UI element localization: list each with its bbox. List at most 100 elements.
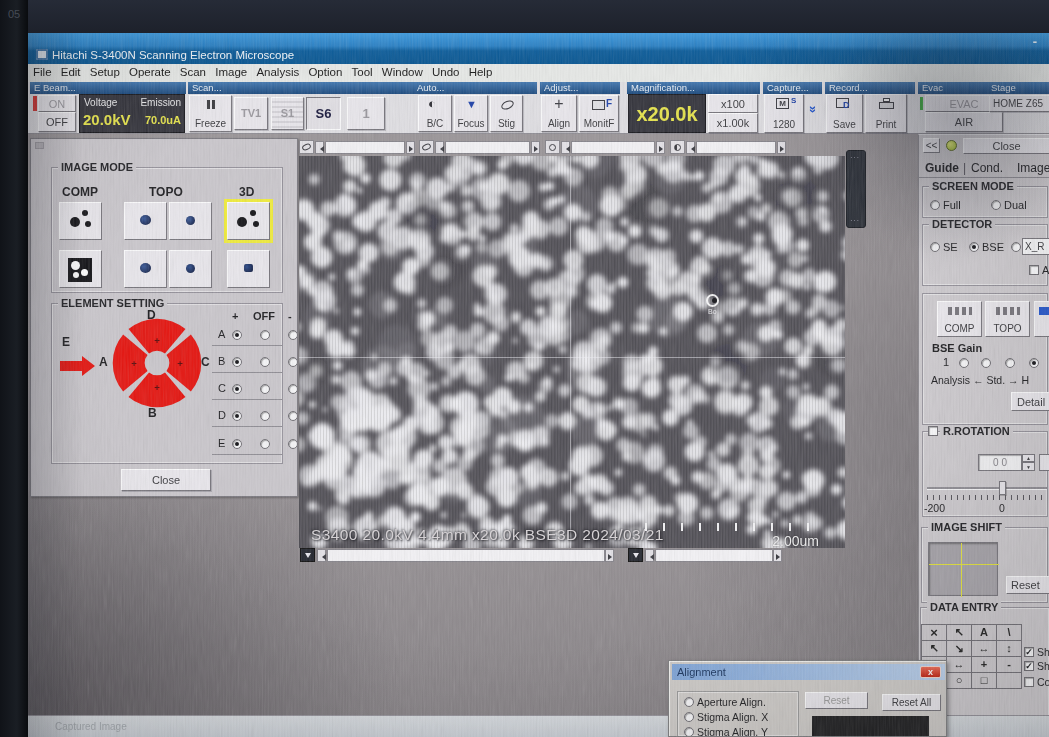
mode-topo-3-button[interactable] [124, 250, 167, 288]
tool-arrow-v-icon[interactable]: ↕ [997, 641, 1022, 657]
menu-item-operate[interactable]: Operate [129, 64, 171, 78]
show1-checkbox[interactable]: ✓ [1024, 647, 1034, 657]
slider-icon-1[interactable] [299, 140, 314, 154]
menu-item-file[interactable]: File [33, 64, 52, 78]
slider2-right-arrow[interactable] [531, 141, 540, 154]
menu-item-tool[interactable]: Tool [352, 64, 373, 78]
mode-topo-2-button[interactable] [169, 202, 212, 240]
menu-item-setup[interactable]: Setup [90, 64, 120, 78]
stage-home-button[interactable]: HOME Z65 [989, 95, 1049, 112]
auto-focus-button[interactable]: ▼ Focus [454, 95, 488, 132]
tab-cond[interactable]: Cond. [971, 161, 1003, 175]
bottom-slider2-track[interactable] [655, 549, 773, 562]
adjust-align-button[interactable]: + Align [541, 95, 577, 132]
slider1-right-arrow[interactable] [406, 141, 415, 154]
capture-button[interactable]: M S 1280 [764, 94, 804, 133]
pin-icon[interactable] [946, 140, 957, 151]
mode-3d-1-button[interactable] [227, 202, 270, 240]
scan-tv1-button[interactable]: TV1 [234, 97, 268, 130]
mag-x1k-button[interactable]: x1.00k [708, 113, 758, 133]
element-b-minus-radio[interactable] [288, 357, 298, 367]
element-c-off-radio[interactable] [260, 384, 270, 394]
rotation-value-field[interactable]: 0 0 [978, 454, 1022, 471]
tool-minus-icon[interactable]: - [997, 657, 1022, 673]
mode-topo-4-button[interactable] [169, 250, 212, 288]
slider4-right-arrow[interactable] [777, 141, 786, 154]
beam-on-button[interactable]: ON [38, 95, 76, 112]
slider3-left-arrow[interactable] [561, 141, 570, 154]
image-shift-pad[interactable] [928, 542, 998, 596]
bse-comp-button[interactable]: COMP [937, 301, 982, 337]
tab-guide[interactable]: Guide [925, 161, 959, 175]
menu-item-help[interactable]: Help [469, 64, 493, 78]
bottom-slider-icon-2[interactable] [628, 548, 643, 562]
screen-mode-dual-radio[interactable] [991, 200, 1001, 210]
freeze-button[interactable]: Freeze [189, 95, 232, 132]
menu-item-image[interactable]: Image [215, 64, 247, 78]
tool-empty-cell[interactable] [997, 673, 1022, 689]
menu-item-window[interactable]: Window [382, 64, 423, 78]
element-a-minus-radio[interactable] [288, 330, 298, 340]
adjust-monitf-button[interactable]: F MonitF [579, 95, 619, 132]
mag-x100-button[interactable]: x100 [708, 94, 758, 113]
mode-comp-2-button[interactable] [59, 250, 102, 288]
show2-checkbox[interactable]: ✓ [1024, 661, 1034, 671]
color-checkbox[interactable] [1024, 677, 1034, 687]
bottom-slider-icon-1[interactable] [300, 548, 315, 562]
slider2-left-arrow[interactable] [435, 141, 444, 154]
image-mode-close-button[interactable]: Close [121, 469, 211, 491]
panel-collapse-button[interactable]: << [923, 138, 940, 153]
bottom-slider2-left-arrow[interactable] [645, 549, 654, 562]
element-c-minus-radio[interactable] [288, 384, 298, 394]
capture-chevron-icon[interactable]: « [804, 106, 819, 113]
bse-gain-radio-2[interactable] [981, 358, 991, 368]
element-a-plus-radio[interactable] [232, 330, 242, 340]
element-b-plus-radio[interactable] [232, 357, 242, 367]
save-button[interactable]: D Save [826, 94, 863, 133]
scan-s6-button[interactable]: S6 [306, 97, 341, 130]
element-d-minus-radio[interactable] [288, 411, 298, 421]
slider2-track[interactable] [445, 141, 530, 154]
slider-icon-4[interactable] [670, 140, 685, 154]
tool-ellipse-icon[interactable]: ○ [947, 673, 972, 689]
rotation-spinner[interactable]: ▲ ▼ [1022, 454, 1035, 471]
tool-arrow-se-icon[interactable]: ↘ [947, 641, 972, 657]
bse-shadow-button[interactable] [1034, 301, 1049, 337]
spin-down-icon[interactable]: ▼ [1022, 462, 1035, 471]
tool-measure-h-icon[interactable]: ↔ [947, 657, 972, 673]
auto-bc-button[interactable]: ◐ B/C [418, 95, 452, 132]
stigma-align-x-radio[interactable] [684, 712, 694, 722]
bottom-slider1-track[interactable] [327, 549, 605, 562]
element-e-off-radio[interactable] [260, 439, 270, 449]
menu-item-edit[interactable]: Edit [61, 64, 81, 78]
scan-s1-button[interactable]: S1 [271, 97, 304, 130]
detector-xr-select[interactable]: X_R [1022, 238, 1049, 255]
bottom-slider1-left-arrow[interactable] [317, 549, 326, 562]
minimize-button[interactable]: - [1033, 34, 1037, 49]
detector-xr-radio[interactable] [1011, 242, 1021, 252]
spin-up-icon[interactable]: ▲ [1022, 454, 1035, 462]
mode-3d-2-button[interactable] [227, 250, 270, 288]
tab-image[interactable]: Image [1017, 161, 1049, 175]
element-d-off-radio[interactable] [260, 411, 270, 421]
element-c-plus-radio[interactable] [232, 384, 242, 394]
tool-rect-icon[interactable]: □ [972, 673, 997, 689]
bse-gain-radio-1[interactable] [959, 358, 969, 368]
image-shift-reset-button[interactable]: Reset [1006, 576, 1049, 594]
alignment-reset-all-button[interactable]: Reset All [882, 694, 941, 711]
menu-item-analysis[interactable]: Analysis [256, 64, 299, 78]
tool-plus-icon[interactable]: + [972, 657, 997, 673]
slider1-left-arrow[interactable] [315, 141, 324, 154]
element-b-off-radio[interactable] [260, 357, 270, 367]
sem-image[interactable]: Bo S3400 20.0kV 4.4mm x20.0k BSE3D 2024/… [299, 156, 845, 548]
element-e-minus-radio[interactable] [288, 439, 298, 449]
bottom-slider2-right-arrow[interactable] [773, 549, 782, 562]
tool-cursor-icon[interactable]: ↖ [947, 625, 972, 641]
bse-topo-button[interactable]: TOPO [985, 301, 1030, 337]
mode-comp-1-button[interactable] [59, 202, 102, 240]
detector-bse-radio[interactable] [969, 242, 979, 252]
slider-icon-2[interactable] [419, 140, 434, 154]
slider3-right-arrow[interactable] [656, 141, 665, 154]
element-d-plus-radio[interactable] [232, 411, 242, 421]
tool-line-icon[interactable]: \ [997, 625, 1022, 641]
